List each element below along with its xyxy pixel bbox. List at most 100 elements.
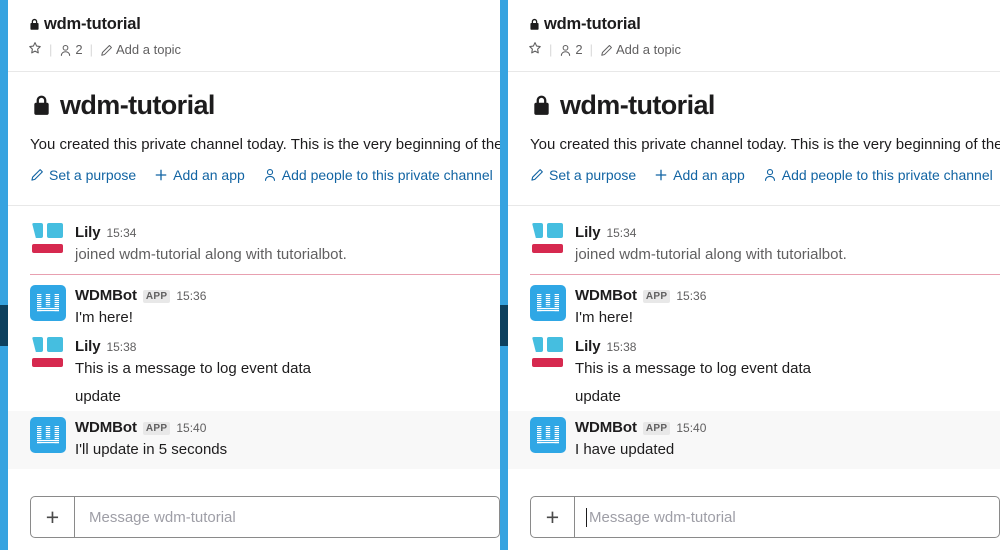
message-body: WDMBot APP 15:36 I'm here! [575,285,1000,329]
add-topic-button[interactable]: Add a topic [100,42,181,58]
message-text: I have updated [575,441,675,458]
unread-messages-divider [30,274,500,275]
message-continuation-text: update [75,388,121,405]
message-list: Lily 15:34 joined wdm-tutorial along with … [8,206,500,469]
message-composer: + Message wdm-tutorial [530,496,1000,538]
slack-window-right: wdm-tutorial | 2 | Add a topic wdm-tutori… [500,0,1000,550]
message-author[interactable]: Lily [75,337,101,356]
lock-icon [528,18,541,31]
message-timestamp[interactable]: 15:40 [176,419,206,438]
message-timestamp[interactable]: 15:40 [676,419,706,438]
add-people-link[interactable]: Add people to this private channel [263,165,493,185]
add-an-app-link[interactable]: Add an app [154,165,245,185]
message-header: WDMBot APP 15:40 [75,418,500,438]
lily-avatar[interactable] [30,222,66,258]
lily-avatar-shape-c [32,244,63,253]
channel-intro-name: wdm-tutorial [560,90,715,120]
lily-avatar-shape-b [47,223,63,238]
channel-name-label: wdm-tutorial [44,15,141,33]
message-text: This is a message to log event data [575,360,811,377]
add-topic-label: Add a topic [616,42,682,57]
wdmbot-w-logo-icon [37,294,59,312]
message-timestamp[interactable]: 15:36 [676,287,706,306]
wdmbot-avatar[interactable] [30,285,66,321]
app-badge: APP [142,422,171,435]
message-row: WDMBot APP 15:40 I have updated [508,411,1000,469]
lily-avatar-shape-a [32,337,43,352]
channel-pane: wdm-tutorial | 2 | Add a topic wdm-tutori… [8,0,500,550]
member-count-button[interactable]: 2 [59,42,83,58]
set-purpose-link-label: Set a purpose [549,167,637,183]
channel-intro-name: wdm-tutorial [60,90,215,120]
message-timestamp[interactable]: 15:36 [176,287,206,306]
channel-header: wdm-tutorial | 2 | Add a topic [8,0,500,72]
add-people-link-label: Add people to this private channel [281,167,493,183]
wdmbot-avatar[interactable] [530,417,566,453]
star-icon [528,41,542,55]
star-channel-button[interactable] [28,41,42,59]
lily-avatar[interactable] [530,222,566,258]
message-list: Lily 15:34 joined wdm-tutorial along with … [508,206,1000,469]
add-an-app-link[interactable]: Add an app [654,165,745,185]
channel-header-title[interactable]: wdm-tutorial [528,14,1000,34]
add-topic-button[interactable]: Add a topic [600,42,681,58]
message-input-placeholder: Message wdm-tutorial [89,508,236,526]
message-body: Lily 15:38 This is a message to log event … [75,336,500,380]
set-purpose-link-label: Set a purpose [49,167,137,183]
wdmbot-avatar[interactable] [530,285,566,321]
channel-intro-links: Set a purpose Add an app Add people to t… [530,165,1000,185]
channel-header-title[interactable]: wdm-tutorial [28,14,500,34]
lock-icon [28,18,41,31]
message-input[interactable]: Message wdm-tutorial [575,497,999,537]
set-purpose-link[interactable]: Set a purpose [530,165,636,185]
message-body: Lily 15:34 joined wdm-tutorial along with … [575,222,1000,266]
message-row: Lily 15:38 This is a message to log event … [508,332,1000,383]
message-author[interactable]: Lily [75,223,101,242]
channel-intro-links: Set a purpose Add an app Add people to t… [30,165,500,185]
sidebar-rail[interactable] [500,0,508,550]
message-author[interactable]: WDMBot [75,418,137,437]
meta-separator-1: | [49,42,53,57]
wdmbot-w-logo-icon [537,294,559,312]
app-badge: APP [642,422,671,435]
lily-avatar-shape-c [32,358,63,367]
set-purpose-link[interactable]: Set a purpose [30,165,136,185]
wdmbot-avatar[interactable] [30,417,66,453]
message-author[interactable]: WDMBot [575,418,637,437]
lily-avatar-shape-a [532,223,543,238]
message-input[interactable]: Message wdm-tutorial [75,497,499,537]
lily-avatar[interactable] [530,336,566,372]
sidebar-rail[interactable] [0,0,8,550]
lily-avatar[interactable] [30,336,66,372]
message-timestamp[interactable]: 15:34 [606,224,636,243]
person-icon [263,168,277,182]
message-author[interactable]: WDMBot [75,286,137,305]
message-timestamp[interactable]: 15:34 [106,224,136,243]
message-header: Lily 15:34 [75,223,500,243]
message-author[interactable]: Lily [575,337,601,356]
lily-avatar-shape-b [547,337,563,352]
message-timestamp[interactable]: 15:38 [106,338,136,357]
app-badge: APP [642,290,671,303]
star-icon [28,41,42,55]
channel-name-label: wdm-tutorial [544,15,641,33]
message-author[interactable]: WDMBot [575,286,637,305]
meta-separator-2: | [89,42,94,57]
lily-avatar-shape-b [547,223,563,238]
add-people-link[interactable]: Add people to this private channel [763,165,993,185]
channel-intro-description: You created this private channel today. … [530,136,1000,153]
message-author[interactable]: Lily [575,223,601,242]
message-continuation-text: update [575,388,621,405]
add-topic-label: Add a topic [116,42,182,57]
message-row: WDMBot APP 15:36 I'm here! [508,281,1000,332]
message-row: WDMBot APP 15:36 I'm here! [8,281,500,332]
message-timestamp[interactable]: 15:38 [606,338,636,357]
channel-intro: wdm-tutorial You created this private cha… [508,72,1000,206]
lock-icon [530,94,553,117]
add-attachment-button[interactable]: + [31,497,75,537]
member-count-button[interactable]: 2 [559,42,583,58]
add-attachment-button[interactable]: + [531,497,575,537]
star-channel-button[interactable] [528,41,542,59]
meta-separator-1: | [549,42,553,57]
lily-avatar-shape-a [532,337,543,352]
